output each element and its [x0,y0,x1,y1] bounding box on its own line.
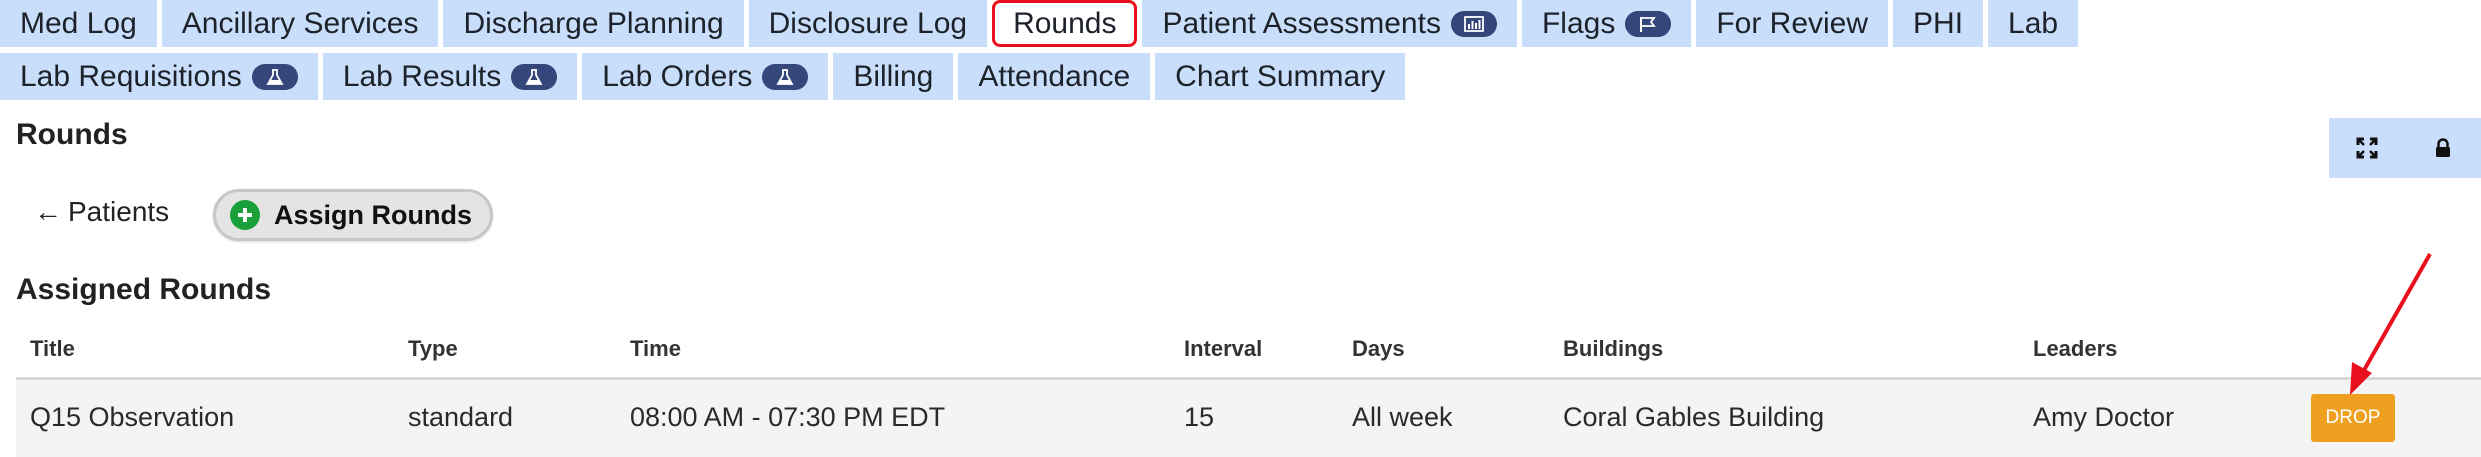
tab-for-review[interactable]: For Review [1696,0,1889,47]
cell-time: 08:00 AM - 07:30 PM EDT [630,402,946,432]
assign-rounds-button[interactable]: Assign Rounds [213,189,494,241]
page-title: Rounds [16,118,128,151]
tab-disclosure-log[interactable]: Disclosure Log [748,0,988,47]
chart-icon [1450,10,1497,37]
expand-button[interactable] [2347,128,2387,168]
column-header-title[interactable]: Title [30,336,75,362]
cell-interval: 15 [1184,402,1215,432]
tab-ancillary-services[interactable]: Ancillary Services [161,0,439,47]
tab-attendance[interactable]: Attendance [958,53,1151,100]
tab-label: Rounds [1013,6,1117,40]
plus-circle-icon [230,200,260,230]
tab-label: Patient Assessments [1162,6,1441,40]
tab-discharge-planning[interactable]: Discharge Planning [443,0,744,47]
lock-button[interactable] [2423,128,2463,168]
tab-label: PHI [1913,6,1964,40]
section-title: Assigned Rounds [16,273,272,306]
tab-chart-summary[interactable]: Chart Summary [1155,53,1406,100]
assign-rounds-label: Assign Rounds [274,199,473,230]
tab-lab-orders[interactable]: Lab Orders [582,53,829,100]
cell-type: standard [408,402,514,432]
flask-icon [251,63,298,90]
panel-controls [2329,118,2481,178]
tab-label: Ancillary Services [181,6,419,40]
table-row: Q15 Observation standard 08:00 AM - 07:3… [16,380,2481,457]
column-header-interval[interactable]: Interval [1184,336,1262,362]
tab-billing[interactable]: Billing [833,53,954,100]
rounds-page: Med Log Ancillary Services Discharge Plann… [0,0,2481,457]
tab-label: Billing [853,59,934,93]
cell-buildings: Coral Gables Building [1563,402,1825,432]
tab-label: Lab Requisitions [20,59,242,93]
column-header-days[interactable]: Days [1352,336,1405,362]
tab-label: Flags [1541,6,1616,40]
column-header-buildings[interactable]: Buildings [1563,336,1663,362]
tab-label: Lab Results [342,59,502,93]
expand-icon [2356,137,2378,159]
table-header: Title Type Time Interval Days Buildings … [16,326,2481,380]
tab-lab[interactable]: Lab [1988,0,2079,47]
tab-label: Lab Orders [602,59,753,93]
flask-icon [511,63,558,90]
tab-label: Med Log [20,6,137,40]
tab-flags[interactable]: Flags [1521,0,1692,47]
tab-bar-row-2: Lab Requisitions Lab Results Lab Orders Bil… [0,53,1406,100]
tab-label: Lab [2008,6,2059,40]
drop-button[interactable]: DROP [2311,394,2395,442]
back-link-label: Patients [68,196,170,227]
cell-title: Q15 Observation [30,402,235,432]
back-to-patients-link[interactable]: ← Patients [34,196,169,228]
column-header-time[interactable]: Time [630,336,681,362]
tab-phi[interactable]: PHI [1893,0,1984,47]
tab-lab-results[interactable]: Lab Results [322,53,578,100]
column-header-type[interactable]: Type [408,336,458,362]
left-arrow-icon: ← [34,196,62,227]
tab-med-log[interactable]: Med Log [0,0,157,47]
tab-patient-assessments[interactable]: Patient Assessments [1142,0,1517,47]
lock-icon [2436,138,2450,157]
tab-label: Attendance [978,59,1131,93]
tab-lab-requisitions[interactable]: Lab Requisitions [0,53,318,100]
tab-label: Chart Summary [1175,59,1386,93]
tab-label: Discharge Planning [463,6,724,40]
tab-label: For Review [1716,6,1869,40]
tab-bar-row-1: Med Log Ancillary Services Discharge Plann… [0,0,2079,47]
column-header-leaders[interactable]: Leaders [2033,336,2117,362]
cell-leaders: Amy Doctor [2033,402,2175,432]
flag-icon [1625,10,1672,37]
tab-label: Disclosure Log [768,6,968,40]
cell-days: All week [1352,402,1453,432]
tab-rounds[interactable]: Rounds [992,0,1138,47]
flask-icon [762,63,809,90]
